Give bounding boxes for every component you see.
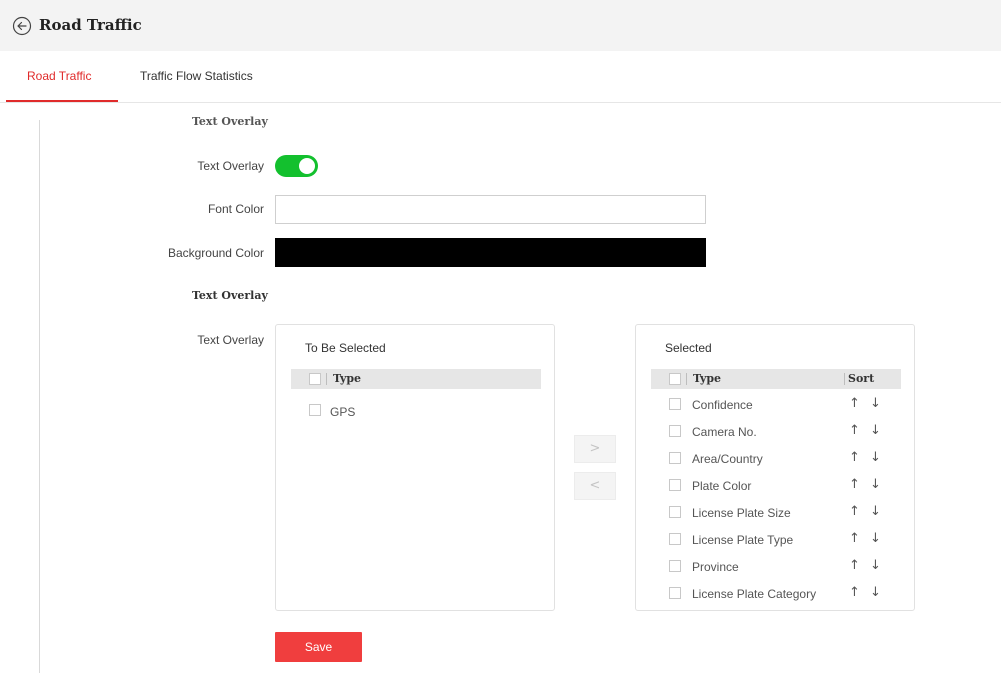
select-all-checkbox[interactable] — [309, 373, 321, 385]
item-checkbox[interactable] — [669, 587, 681, 599]
section-heading-clipped: Text Overlay — [192, 115, 268, 128]
to-be-selected-title: To Be Selected — [305, 341, 386, 355]
item-label: GPS — [330, 405, 356, 419]
list-item[interactable]: Confidence ↑ ↓ — [654, 395, 904, 415]
list-item[interactable]: GPS — [294, 402, 534, 422]
active-tab-indicator — [6, 100, 118, 102]
sort-up-icon[interactable]: ↑ — [849, 585, 860, 600]
sort-down-icon[interactable]: ↓ — [870, 504, 881, 519]
item-checkbox[interactable] — [669, 425, 681, 437]
list-item[interactable]: License Plate Category ↑ ↓ — [654, 584, 904, 604]
item-checkbox[interactable] — [309, 404, 321, 416]
list-item[interactable]: License Plate Size ↑ ↓ — [654, 503, 904, 523]
item-checkbox[interactable] — [669, 533, 681, 545]
page-title: Road Traffic — [39, 16, 142, 34]
sort-down-icon[interactable]: ↓ — [870, 423, 881, 438]
item-label: Plate Color — [692, 479, 752, 493]
item-checkbox[interactable] — [669, 560, 681, 572]
list-item[interactable]: Camera No. ↑ ↓ — [654, 422, 904, 442]
column-header-type: Type — [333, 372, 362, 385]
column-header-sort: Sort — [848, 372, 875, 385]
item-label: License Plate Size — [692, 506, 791, 520]
selected-panel: Selected Type Sort Confidence ↑ ↓ Camera… — [635, 324, 915, 611]
sort-up-icon[interactable]: ↑ — [849, 558, 860, 573]
move-left-button[interactable]: < — [574, 472, 616, 500]
column-separator — [844, 373, 845, 385]
sort-up-icon[interactable]: ↑ — [849, 396, 860, 411]
sort-down-icon[interactable]: ↓ — [870, 531, 881, 546]
column-separator — [686, 373, 687, 385]
font-color-picker[interactable] — [275, 195, 706, 224]
sort-down-icon[interactable]: ↓ — [870, 558, 881, 573]
item-checkbox[interactable] — [669, 479, 681, 491]
item-label: Camera No. — [692, 425, 757, 439]
section-title: Text Overlay — [192, 289, 268, 302]
to-be-selected-table-header: Type — [291, 369, 541, 389]
list-item[interactable]: Area/Country ↑ ↓ — [654, 449, 904, 469]
sort-down-icon[interactable]: ↓ — [870, 477, 881, 492]
page-header: Road Traffic — [0, 0, 1001, 51]
list-item[interactable]: Province ↑ ↓ — [654, 557, 904, 577]
tab-road-traffic[interactable]: Road Traffic — [27, 51, 91, 101]
sort-up-icon[interactable]: ↑ — [849, 531, 860, 546]
column-separator — [326, 373, 327, 385]
switch-knob — [299, 158, 315, 174]
move-right-button[interactable]: > — [574, 435, 616, 463]
selected-title: Selected — [665, 341, 712, 355]
overlay-items-label: Text Overlay — [197, 333, 264, 347]
background-color-picker[interactable] — [275, 238, 706, 267]
content-divider — [39, 120, 40, 673]
item-checkbox[interactable] — [669, 506, 681, 518]
item-label: Confidence — [692, 398, 753, 412]
select-all-checkbox[interactable] — [669, 373, 681, 385]
item-label: Province — [692, 560, 739, 574]
sort-up-icon[interactable]: ↑ — [849, 504, 860, 519]
text-overlay-label: Text Overlay — [197, 159, 264, 173]
save-button[interactable]: Save — [275, 632, 362, 662]
font-color-label: Font Color — [207, 202, 264, 216]
back-arrow-icon[interactable] — [12, 16, 32, 36]
tab-bar: Road Traffic Traffic Flow Statistics — [0, 51, 1001, 103]
sort-up-icon[interactable]: ↑ — [849, 477, 860, 492]
sort-down-icon[interactable]: ↓ — [870, 396, 881, 411]
item-label: Area/Country — [692, 452, 763, 466]
item-checkbox[interactable] — [669, 398, 681, 410]
sort-down-icon[interactable]: ↓ — [870, 585, 881, 600]
background-color-label: Background Color — [167, 246, 264, 260]
sort-up-icon[interactable]: ↑ — [849, 450, 860, 465]
item-checkbox[interactable] — [669, 452, 681, 464]
column-header-type: Type — [693, 372, 722, 385]
sort-down-icon[interactable]: ↓ — [870, 450, 881, 465]
item-label: License Plate Type — [692, 533, 794, 547]
sort-up-icon[interactable]: ↑ — [849, 423, 860, 438]
text-overlay-switch[interactable] — [275, 155, 318, 177]
selected-table-header: Type Sort — [651, 369, 901, 389]
to-be-selected-panel: To Be Selected Type GPS — [275, 324, 555, 611]
tab-traffic-flow-statistics[interactable]: Traffic Flow Statistics — [140, 51, 253, 101]
list-item[interactable]: Plate Color ↑ ↓ — [654, 476, 904, 496]
list-item[interactable]: License Plate Type ↑ ↓ — [654, 530, 904, 550]
item-label: License Plate Category — [692, 587, 817, 601]
